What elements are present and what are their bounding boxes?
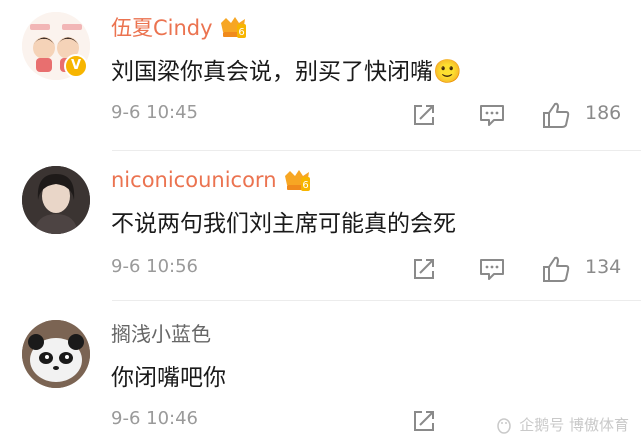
thumbs-up-icon[interactable] — [541, 100, 571, 130]
share-icon[interactable] — [409, 406, 439, 436]
avatar[interactable] — [22, 166, 90, 234]
username-label[interactable]: niconicounicorn — [111, 168, 277, 192]
divider — [112, 150, 641, 151]
comment-icon[interactable] — [477, 100, 507, 130]
username-label[interactable]: 搁浅小蓝色 — [111, 318, 211, 347]
vip-crown-icon: 6 — [284, 170, 310, 191]
avatar[interactable] — [22, 320, 90, 388]
comment-item: V 伍夏Cindy 6 刘国梁你真会说，别买了快闭嘴🙂 9-6 10:45 18… — [0, 0, 641, 145]
username[interactable]: 伍夏Cindy 6 — [111, 12, 247, 42]
username[interactable]: 搁浅小蓝色 — [111, 318, 211, 347]
comment-text: 你闭嘴吧你 — [111, 365, 226, 391]
username-label[interactable]: 伍夏Cindy — [111, 12, 213, 42]
share-icon[interactable] — [409, 254, 439, 284]
comment-time: 9-6 10:45 — [111, 102, 198, 123]
watermark-text: 企鹅号 博傲体育 — [519, 416, 629, 434]
vip-crown-icon: 6 — [220, 17, 246, 38]
avatar-photo-icon — [22, 166, 90, 234]
comment-icon[interactable] — [477, 254, 507, 284]
panda-avatar-icon — [22, 320, 90, 388]
comment-text: 不说两句我们刘主席可能真的会死 — [111, 211, 456, 237]
svg-text:6: 6 — [238, 27, 244, 38]
thumbs-up-icon[interactable] — [541, 254, 571, 284]
watermark: 企鹅号 博傲体育 — [495, 414, 629, 435]
comment-meta: 9-6 10:45 186 — [111, 100, 641, 130]
comment-time: 9-6 10:56 — [111, 256, 198, 277]
comment-meta: 9-6 10:56 134 — [111, 254, 641, 284]
share-icon[interactable] — [409, 100, 439, 130]
divider — [112, 300, 641, 301]
username[interactable]: niconicounicorn 6 — [111, 168, 311, 192]
comment-text: 刘国梁你真会说，别买了快闭嘴🙂 — [111, 59, 462, 85]
penguin-logo-icon — [497, 417, 511, 434]
verified-badge-icon: V — [64, 54, 88, 78]
like-count: 134 — [585, 256, 622, 278]
comment-item: niconicounicorn 6 不说两句我们刘主席可能真的会死 9-6 10… — [0, 158, 641, 298]
comment-time: 9-6 10:46 — [111, 408, 198, 429]
svg-text:6: 6 — [302, 180, 308, 191]
like-count: 186 — [585, 102, 622, 124]
